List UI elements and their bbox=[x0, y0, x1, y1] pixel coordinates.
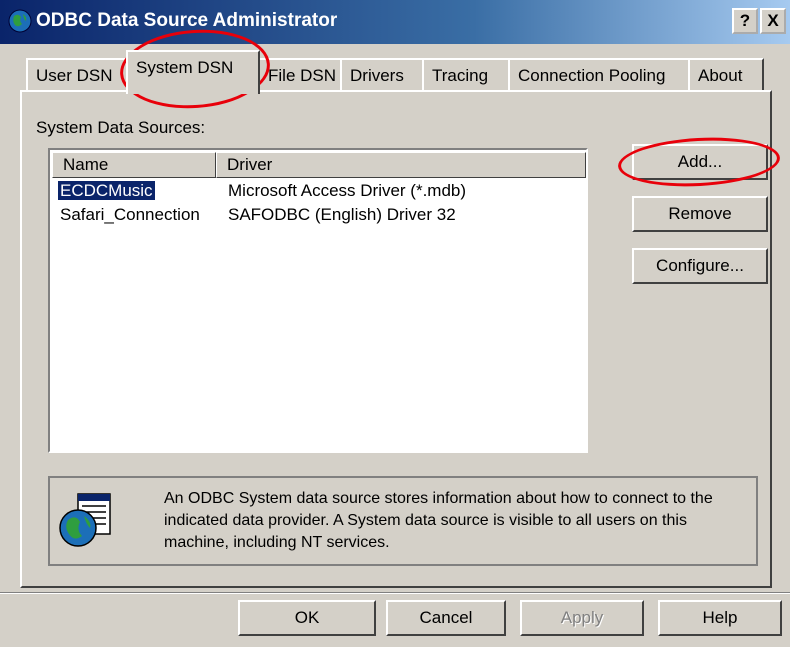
odbc-database-icon bbox=[59, 493, 111, 547]
tab-user-dsn[interactable]: User DSN bbox=[26, 58, 128, 91]
tab-drivers[interactable]: Drivers bbox=[340, 58, 424, 91]
system-data-sources-label: System Data Sources: bbox=[36, 118, 206, 137]
list-item[interactable]: Safari_Connection bbox=[60, 204, 200, 226]
row-driver: SAFODBC (English) Driver 32 bbox=[228, 205, 456, 224]
help-button[interactable]: Help bbox=[658, 600, 782, 636]
help-title-button[interactable]: ? bbox=[732, 8, 758, 34]
tab-connection-pooling[interactable]: Connection Pooling bbox=[508, 58, 690, 91]
add-button[interactable]: Add... bbox=[632, 144, 768, 180]
tab-tracing[interactable]: Tracing bbox=[422, 58, 510, 91]
data-source-list[interactable]: Name Driver ECDCMusic Microsoft Access D… bbox=[48, 148, 588, 453]
cancel-button[interactable]: Cancel bbox=[386, 600, 506, 636]
column-header-driver[interactable]: Driver bbox=[216, 152, 586, 178]
tab-system-dsn[interactable]: System DSN bbox=[126, 50, 260, 94]
list-item[interactable]: ECDCMusic bbox=[58, 180, 155, 202]
row-name: Safari_Connection bbox=[60, 205, 200, 224]
ok-button[interactable]: OK bbox=[238, 600, 376, 636]
tab-about[interactable]: About bbox=[688, 58, 764, 91]
row-name: ECDCMusic bbox=[58, 181, 155, 200]
remove-button[interactable]: Remove bbox=[632, 196, 768, 232]
column-header-name[interactable]: Name bbox=[52, 152, 216, 178]
tab-file-dsn[interactable]: File DSN bbox=[258, 58, 342, 91]
close-title-button[interactable]: X bbox=[760, 8, 786, 34]
apply-button[interactable]: Apply bbox=[520, 600, 644, 636]
footer-separator bbox=[0, 592, 790, 594]
row-driver: Microsoft Access Driver (*.mdb) bbox=[228, 181, 467, 200]
configure-button[interactable]: Configure... bbox=[632, 248, 768, 284]
info-panel: An ODBC System data source stores inform… bbox=[48, 476, 758, 566]
window-title: ODBC Data Source Administrator bbox=[36, 10, 338, 31]
title-bar: ODBC Data Source Administrator ? X bbox=[0, 0, 790, 44]
info-text: An ODBC System data source stores inform… bbox=[164, 490, 713, 551]
globe-icon bbox=[8, 9, 32, 33]
